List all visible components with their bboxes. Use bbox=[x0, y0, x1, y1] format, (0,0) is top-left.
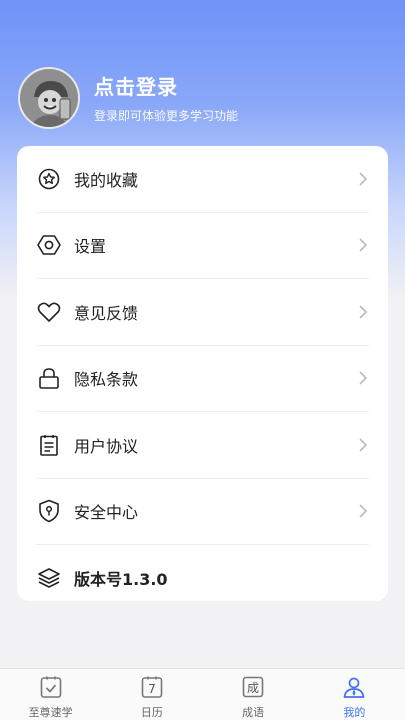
menu-item-version: 版本号1.3.0 bbox=[36, 545, 369, 612]
svg-text:成: 成 bbox=[247, 681, 259, 695]
lock-icon bbox=[37, 366, 61, 390]
tab-label: 至尊速学 bbox=[28, 706, 73, 719]
tab-mine[interactable]: 我的 bbox=[304, 669, 405, 720]
chevron-right-icon bbox=[359, 438, 368, 452]
menu-item-feedback[interactable]: 意见反馈 bbox=[36, 279, 369, 346]
login-title[interactable]: 点击登录 bbox=[94, 73, 238, 101]
svg-text:7: 7 bbox=[148, 682, 156, 696]
shield-icon bbox=[37, 499, 61, 523]
menu-item-user-agreement[interactable]: 用户协议 bbox=[36, 412, 369, 479]
menu-item-label: 设置 bbox=[74, 237, 107, 257]
menu-card: 我的收藏 设置 意见反馈 隐私条款 用户协议 安全中心 版本号1.3.0 bbox=[17, 146, 388, 601]
tab-label: 我的 bbox=[343, 706, 366, 719]
menu-item-label: 隐私条款 bbox=[74, 370, 139, 390]
user-profile-icon bbox=[344, 677, 365, 698]
login-subtitle: 登录即可体验更多学习功能 bbox=[94, 108, 239, 123]
settings-hexagon-icon bbox=[37, 233, 61, 257]
menu-item-settings[interactable]: 设置 bbox=[36, 213, 369, 279]
profile-header[interactable]: 点击登录 登录即可体验更多学习功能 bbox=[18, 66, 238, 130]
idiom-icon: 成 bbox=[242, 676, 264, 698]
heart-icon bbox=[37, 300, 61, 324]
avatar[interactable] bbox=[18, 67, 80, 129]
document-icon bbox=[37, 433, 61, 457]
version-label: 版本号1.3.0 bbox=[74, 570, 168, 590]
calendar-icon: 7 bbox=[141, 676, 163, 698]
tab-idioms[interactable]: 成 成语 bbox=[203, 669, 304, 720]
favorite-star-icon bbox=[37, 167, 61, 191]
tab-calendar[interactable]: 7 日历 bbox=[101, 669, 202, 720]
chevron-right-icon bbox=[359, 371, 368, 385]
chevron-right-icon bbox=[359, 504, 368, 518]
chevron-right-icon bbox=[359, 305, 368, 319]
tab-label: 成语 bbox=[242, 706, 265, 719]
menu-item-label: 用户协议 bbox=[74, 436, 139, 456]
check-square-icon bbox=[40, 676, 61, 698]
menu-item-favorites[interactable]: 我的收藏 bbox=[36, 146, 369, 213]
menu-item-label: 意见反馈 bbox=[74, 303, 139, 323]
chevron-right-icon bbox=[359, 238, 368, 252]
tab-zhizun-suxue[interactable]: 至尊速学 bbox=[0, 669, 101, 720]
layers-icon bbox=[37, 566, 61, 590]
menu-item-security[interactable]: 安全中心 bbox=[36, 479, 369, 545]
bottom-tab-bar: 至尊速学 7 日历 成 成语 我的 bbox=[0, 668, 405, 720]
menu-item-label: 我的收藏 bbox=[74, 170, 139, 190]
menu-item-label: 安全中心 bbox=[74, 503, 139, 523]
chevron-right-icon bbox=[359, 172, 368, 186]
menu-item-privacy[interactable]: 隐私条款 bbox=[36, 346, 369, 412]
tab-label: 日历 bbox=[140, 706, 163, 719]
